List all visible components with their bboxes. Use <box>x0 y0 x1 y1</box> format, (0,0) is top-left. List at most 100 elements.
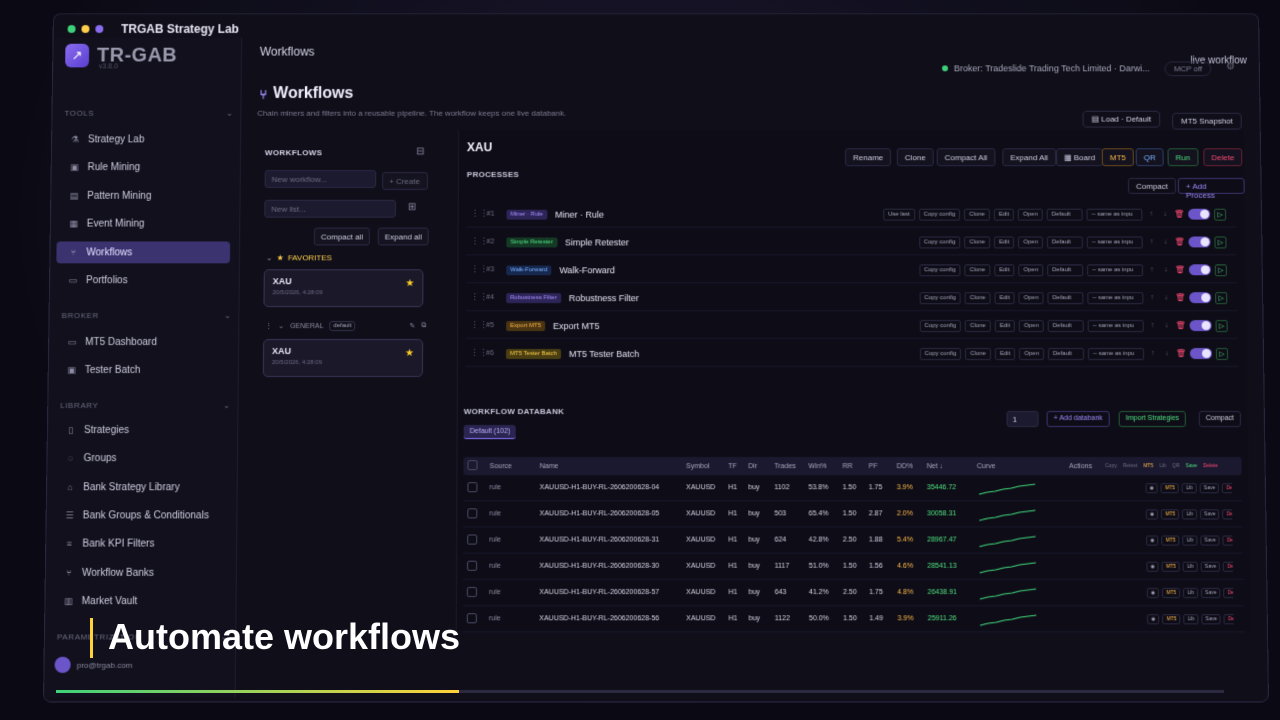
favorites-header[interactable]: ⌄ ★ FAVORITES <box>266 253 332 262</box>
copy-config-button[interactable]: Copy config <box>918 236 961 248</box>
window-dot-minimize[interactable] <box>81 25 90 33</box>
cell-select[interactable] <box>463 481 485 494</box>
window-dot-maximize[interactable] <box>95 25 104 33</box>
use-last-button[interactable]: Use last <box>883 208 915 221</box>
compact-databank-button[interactable]: Compact <box>1198 410 1242 428</box>
table-row[interactable]: rule XAUUSD-H1-BUY-RL-2606200628-56 XAUUSD… <box>462 606 1244 633</box>
row-action-mt5-button[interactable]: MT5 <box>1161 561 1181 572</box>
col-rr[interactable]: RR <box>838 463 864 470</box>
drag-handle-icon[interactable]: ⋮⋮ <box>470 348 488 359</box>
open-process-button[interactable]: Open <box>1018 236 1044 248</box>
clone-process-button[interactable]: Clone <box>964 263 991 276</box>
eye-icon[interactable]: ◉ <box>1147 613 1160 624</box>
preset-select[interactable]: Default <box>1047 263 1084 276</box>
arrow-down-icon[interactable]: ↓ <box>1161 294 1171 301</box>
edit-process-button[interactable]: Edit <box>994 236 1015 248</box>
compact-processes-button[interactable]: Compact <box>1128 177 1177 194</box>
preset-select[interactable]: Default <box>1046 236 1083 248</box>
preset-select[interactable]: Default <box>1047 291 1084 304</box>
process-row[interactable]: ⋮⋮ #1 Miner · Rule Miner · Rule Use last… <box>466 201 1237 228</box>
edit-process-button[interactable]: Edit <box>994 263 1015 276</box>
copy-config-button[interactable]: Copy config <box>919 263 961 276</box>
sidebar-item-event-mining[interactable]: ▦ Event Mining <box>57 213 231 235</box>
eye-icon[interactable]: ◉ <box>1145 482 1159 493</box>
input-select[interactable]: -- same as inpu <box>1087 291 1144 304</box>
new-list-input[interactable]: New list... <box>264 199 396 218</box>
star-icon[interactable]: ★ <box>405 348 414 359</box>
sidebar-item-rule-mining[interactable]: ▣ Rule Mining <box>58 156 231 178</box>
delete-button[interactable]: Delete <box>1203 148 1243 167</box>
tab-default-databank[interactable]: Default (102) <box>463 425 517 440</box>
col-win[interactable]: Win% <box>804 463 838 470</box>
broker-status[interactable]: Broker: Tradeslide Trading Tech Limited … <box>942 63 1150 73</box>
qr-button[interactable]: QR <box>1135 148 1164 167</box>
sidebar-item-groups[interactable]: ◌ Groups <box>53 447 228 469</box>
mcp-status-chip[interactable]: MCP off <box>1164 61 1212 77</box>
arrow-down-icon[interactable]: ↓ <box>1162 350 1172 357</box>
group-general-header[interactable]: ⋮ ⌄ GENERAL default ✎ ⧉ <box>265 321 426 332</box>
process-row[interactable]: ⋮⋮ #5 Export MT5 Export MT5 Copy config … <box>466 313 1238 340</box>
star-icon[interactable]: ★ <box>405 278 414 289</box>
arrow-up-icon[interactable]: ↑ <box>1148 322 1158 329</box>
row-action-save-button[interactable]: Save <box>1201 587 1221 598</box>
row-action-lib-button[interactable]: Lib <box>1181 482 1197 493</box>
table-row[interactable]: rule XAUUSD-H1-BUY-RL-2606200628-04 XAUUSD… <box>463 475 1243 502</box>
clone-process-button[interactable]: Clone <box>964 291 991 304</box>
compact-all-button[interactable]: Compact All <box>936 148 996 167</box>
row-action-delete-button[interactable]: Delete <box>1223 587 1234 598</box>
table-row[interactable]: rule XAUUSD-H1-BUY-RL-2606200628-31 XAUUSD… <box>463 527 1243 554</box>
arrow-up-icon[interactable]: ↑ <box>1147 266 1157 273</box>
col-trades[interactable]: Trades <box>770 463 804 470</box>
enable-toggle[interactable] <box>1189 320 1212 332</box>
drag-handle-icon[interactable]: ⋮⋮ <box>470 320 488 331</box>
trash-icon[interactable]: 🗑 <box>1175 293 1185 302</box>
process-row[interactable]: ⋮⋮ #3 Walk-Forward Walk-Forward Copy con… <box>466 257 1238 284</box>
open-process-button[interactable]: Open <box>1019 319 1044 332</box>
input-select[interactable]: -- same as inpu <box>1087 263 1144 276</box>
clone-process-button[interactable]: Clone <box>965 319 991 332</box>
row-action-mt5-button[interactable]: MT5 <box>1160 482 1180 493</box>
open-process-button[interactable]: Open <box>1018 291 1044 304</box>
sidebar-item-workflow-banks[interactable]: ⑂ Workflow Banks <box>52 562 227 584</box>
col-name[interactable]: Name <box>536 463 682 470</box>
sidebar-item-strategy-lab[interactable]: ⚗ Strategy Lab <box>58 129 231 151</box>
group-workflow-card[interactable]: XAU 20/5/2026, 4:28:09 ★ <box>262 339 424 377</box>
sidebar-item-strategies[interactable]: ▯ Strategies <box>54 419 229 441</box>
section-tools[interactable]: TOOLS ⌄ <box>64 109 233 118</box>
row-action-mt5-button[interactable]: MT5 <box>1161 508 1180 519</box>
run-button[interactable]: Run <box>1167 148 1199 167</box>
row-action-delete-button[interactable]: Delete <box>1223 613 1234 624</box>
clone-process-button[interactable]: Clone <box>964 236 991 248</box>
arrow-down-icon[interactable]: ↓ <box>1160 211 1170 218</box>
enable-toggle[interactable] <box>1189 292 1212 304</box>
preset-select[interactable]: Default <box>1046 208 1083 221</box>
row-action-mt5-button[interactable]: MT5 <box>1162 587 1181 598</box>
open-process-button[interactable]: Open <box>1018 208 1043 221</box>
drag-handle-icon[interactable]: ⋮⋮ <box>471 209 489 220</box>
input-select[interactable]: -- same as inpu <box>1087 347 1145 360</box>
trash-icon[interactable]: 🗑 <box>1175 265 1185 274</box>
trash-icon[interactable]: 🗑 <box>1176 349 1186 358</box>
cell-select[interactable] <box>463 612 485 625</box>
preset-select[interactable]: Default <box>1047 347 1085 360</box>
col-dir[interactable]: Dir <box>744 463 770 470</box>
enable-toggle[interactable] <box>1189 348 1213 359</box>
arrow-up-icon[interactable]: ↑ <box>1147 238 1157 245</box>
input-select[interactable]: -- same as inpu <box>1086 208 1143 221</box>
trash-icon[interactable]: 🗑 <box>1175 237 1185 246</box>
trash-icon[interactable]: 🗑 <box>1176 321 1186 330</box>
play-icon[interactable]: ▷ <box>1215 319 1228 332</box>
play-icon[interactable]: ▷ <box>1214 236 1227 248</box>
row-action-lib-button[interactable]: Lib <box>1182 508 1198 519</box>
sidebar-item-workflows[interactable]: ⑂ Workflows <box>56 241 231 264</box>
cell-select[interactable] <box>463 560 485 572</box>
copy-config-button[interactable]: Copy config <box>919 347 962 360</box>
gear-icon[interactable]: ⚙ <box>1226 61 1235 72</box>
enable-toggle[interactable] <box>1188 264 1211 276</box>
row-action-lib-button[interactable]: Lib <box>1183 587 1199 598</box>
drag-handle-icon[interactable]: ⋮⋮ <box>470 292 488 303</box>
row-action-lib-button[interactable]: Lib <box>1182 535 1198 546</box>
row-action-delete-button[interactable]: Delete <box>1223 561 1233 572</box>
edit-process-button[interactable]: Edit <box>994 319 1016 332</box>
arrow-down-icon[interactable]: ↓ <box>1162 322 1172 329</box>
